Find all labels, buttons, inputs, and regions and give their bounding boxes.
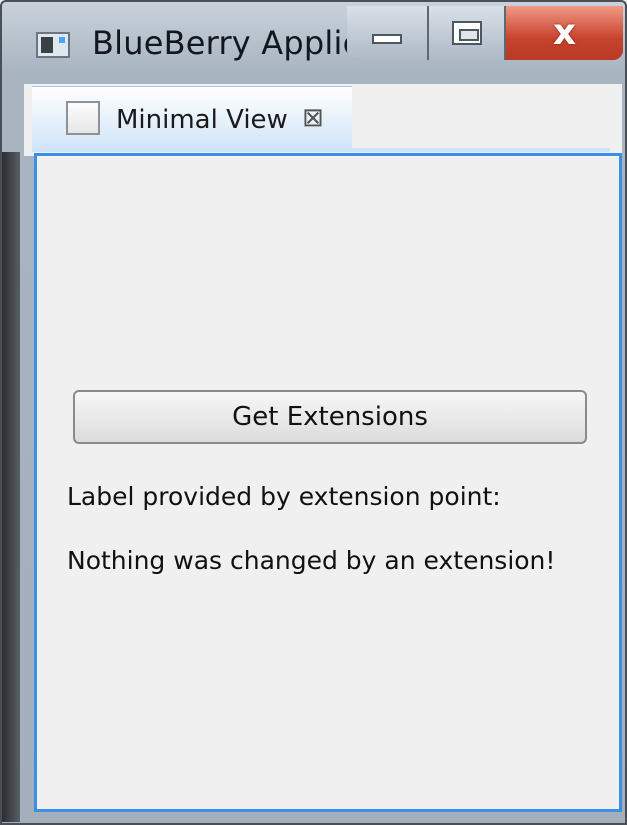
app-icon-accent <box>59 37 65 43</box>
maximize-button[interactable] <box>429 6 506 60</box>
get-extensions-button[interactable]: Get Extensions <box>73 390 587 444</box>
tab-bar: Minimal View ⊠ <box>24 84 622 156</box>
tab-minimal-view[interactable]: Minimal View ⊠ <box>32 86 352 152</box>
tab-close-icon[interactable]: ⊠ <box>302 103 324 133</box>
view-content: Get Extensions Label provided by extensi… <box>34 153 622 812</box>
tab-label: Minimal View <box>116 105 288 135</box>
minimize-button[interactable] <box>347 6 429 60</box>
title-bar[interactable]: BlueBerry Applic... x <box>2 2 625 84</box>
app-icon-panel <box>41 37 53 53</box>
close-icon: x <box>552 12 577 53</box>
view-icon <box>66 101 100 135</box>
application-window: BlueBerry Applic... x Minimal View ⊠ Get… <box>0 0 627 825</box>
maximize-icon <box>451 21 482 45</box>
caption-buttons: x <box>347 6 623 60</box>
close-button[interactable]: x <box>506 6 623 60</box>
application-icon[interactable] <box>36 32 70 58</box>
extension-label-caption: Label provided by extension point: <box>67 482 501 511</box>
tab-underline <box>34 148 610 152</box>
extension-label-value: Nothing was changed by an extension! <box>67 546 556 575</box>
minimize-icon <box>372 34 402 44</box>
